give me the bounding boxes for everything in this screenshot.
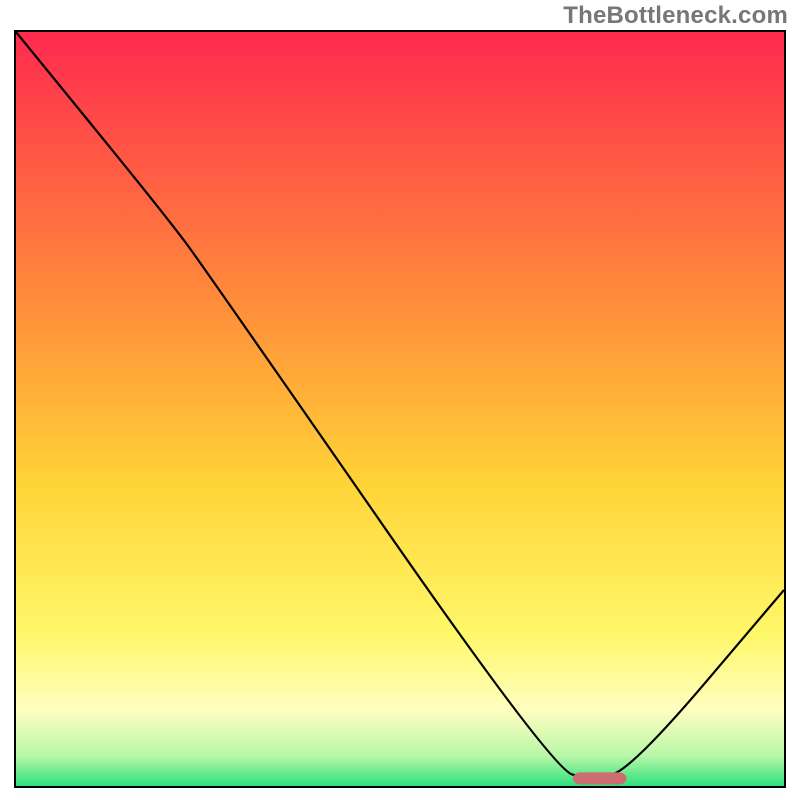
chart-svg (16, 32, 784, 786)
optimal-marker (573, 772, 627, 784)
watermark-text: TheBottleneck.com (563, 2, 788, 30)
chart-frame (14, 30, 786, 788)
chart-background (16, 32, 784, 786)
